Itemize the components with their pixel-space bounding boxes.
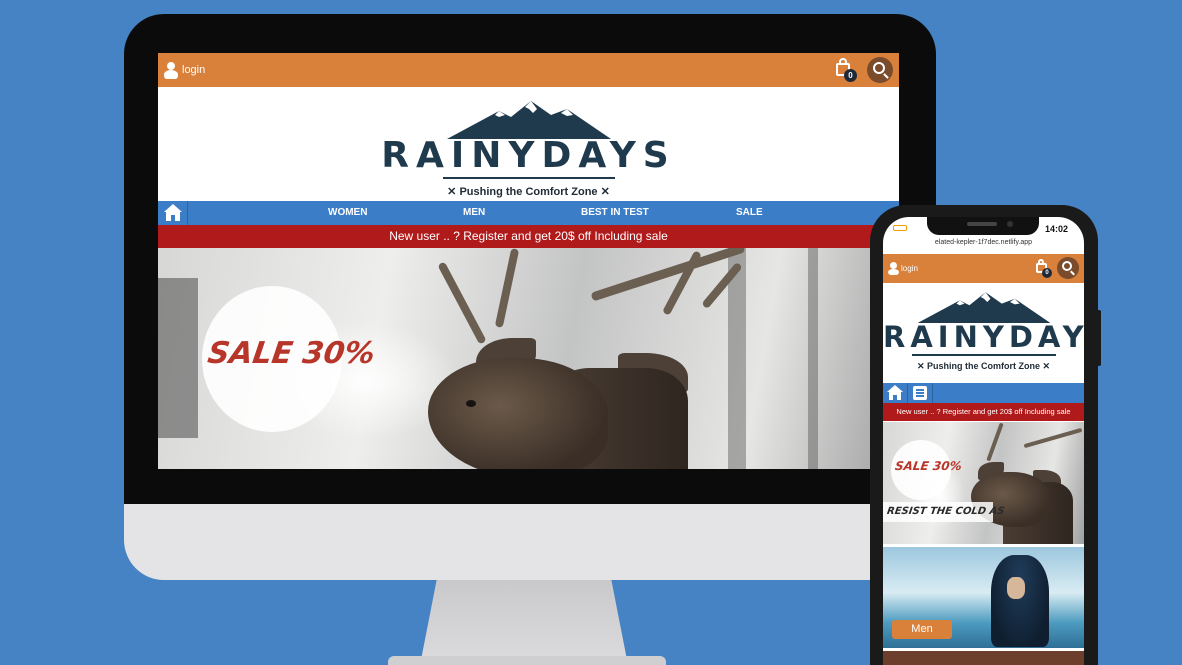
mobile-status-bar: 14:02	[883, 217, 1084, 239]
nav-item-best-in-test[interactable]: BEST IN TEST	[581, 207, 649, 218]
mobile-topbar: login 0	[883, 254, 1084, 283]
brand-logo[interactable]: RAINYDAYS ✕ Pushing the Comfort Zone ✕	[158, 93, 899, 201]
search-button[interactable]	[867, 57, 893, 83]
mobile-hero-banner[interactable]: SALE 30% RESIST THE COLD AS	[883, 422, 1084, 544]
status-time: 14:02	[1044, 224, 1068, 234]
mobile-search-button[interactable]	[1057, 257, 1079, 279]
mobile-hero-caption: RESIST THE COLD AS	[886, 506, 1006, 517]
mobile-cart-count: 0	[1042, 268, 1052, 278]
desktop-screen: login 0 RAINYDAYS ✕ Pushing the Comfort …	[158, 53, 899, 469]
antler	[986, 422, 1004, 462]
desktop-nav: WOMEN MEN BEST IN TEST SALE	[158, 201, 899, 225]
desktop-topbar: login 0	[158, 53, 899, 87]
deer-head	[428, 358, 608, 469]
antler	[662, 250, 702, 316]
mobile-logo-tagline: ✕ Pushing the Comfort Zone ✕	[916, 361, 1051, 371]
mobile-promo-banner[interactable]: New user .. ? Register and get 20$ off I…	[883, 403, 1084, 421]
mobile-screen: 14:02 elated-kepler-1f7dec.netlify.app l…	[883, 217, 1084, 665]
mobile-nav-home-button[interactable]	[883, 383, 908, 403]
man-in-hood-image	[991, 555, 1049, 647]
promo-banner[interactable]: New user .. ? Register and get 20$ off I…	[158, 225, 899, 248]
mobile-menu-button[interactable]	[908, 383, 933, 403]
monitor-stand	[420, 580, 628, 665]
shopping-bag-icon: 0	[1034, 259, 1052, 278]
mobile-next-banner[interactable]	[883, 651, 1084, 665]
cart-count: 0	[844, 69, 857, 82]
phone-side-button	[1097, 310, 1101, 366]
shopping-bag-icon: 0	[834, 58, 857, 82]
logo-underline	[911, 354, 1056, 356]
nav-item-sale[interactable]: SALE	[736, 207, 763, 218]
nav-item-men[interactable]: MEN	[463, 207, 485, 218]
logo-wordmark: RAINYDAYS	[381, 135, 676, 176]
monitor-stand-base	[388, 656, 666, 665]
hero-banner[interactable]: SALE 30%	[158, 248, 899, 469]
background-shadow	[158, 278, 198, 438]
logo-underline	[442, 177, 615, 179]
menu-icon	[913, 386, 927, 400]
antler	[1023, 427, 1083, 449]
mobile-nav	[883, 383, 1084, 403]
address-bar[interactable]: elated-kepler-1f7dec.netlify.app	[883, 239, 1084, 246]
monitor-chin	[124, 504, 936, 580]
login-link[interactable]: login	[164, 61, 206, 79]
man-face	[1007, 577, 1025, 599]
mobile-cart-button[interactable]: 0	[1034, 259, 1052, 282]
hero-sale-text: SALE 30%	[205, 336, 378, 371]
antler	[437, 261, 487, 345]
mobile-men-banner[interactable]: Men	[883, 547, 1084, 648]
mobile-hero-sale-text: SALE 30%	[894, 459, 963, 473]
antler	[590, 248, 746, 302]
background-tree	[808, 248, 818, 469]
mobile-login-label: login	[901, 264, 918, 273]
user-icon	[164, 61, 178, 79]
mobile-brand-logo[interactable]: RAINYDAYS ✕ Pushing the Comfort Zone ✕	[883, 287, 1084, 383]
login-label: login	[182, 64, 206, 76]
mountain-logo-icon	[446, 101, 611, 139]
nav-home-button[interactable]	[158, 201, 188, 225]
mobile-login-link[interactable]: login	[888, 262, 918, 275]
cart-button[interactable]: 0	[834, 58, 857, 85]
battery-icon	[893, 225, 907, 231]
logo-tagline: ✕ Pushing the Comfort Zone ✕	[447, 186, 610, 198]
antler	[494, 248, 520, 328]
nav-item-women[interactable]: WOMEN	[328, 207, 367, 218]
mountain-logo-icon	[917, 292, 1050, 323]
deer-eye	[466, 400, 476, 407]
men-button[interactable]: Men	[892, 620, 952, 639]
user-icon	[888, 262, 899, 275]
mobile-logo-wordmark: RAINYDAYS	[883, 320, 1084, 354]
